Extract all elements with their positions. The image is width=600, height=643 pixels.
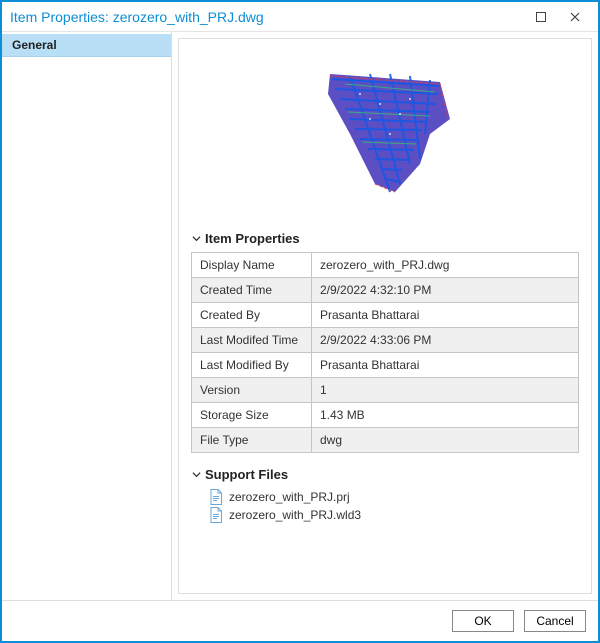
file-icon: [209, 507, 223, 523]
list-item[interactable]: zerozero_with_PRJ.wld3: [209, 506, 579, 524]
section-header-label: Support Files: [205, 467, 288, 482]
tab-general[interactable]: General: [2, 34, 171, 57]
property-value: dwg: [312, 428, 579, 453]
support-file-list: zerozero_with_PRJ.prj zerozero_with_PRJ.w…: [209, 488, 579, 524]
table-row: Last Modifed Time2/9/2022 4:33:06 PM: [192, 328, 579, 353]
property-key: Created Time: [192, 278, 312, 303]
table-row: Display Namezerozero_with_PRJ.dwg: [192, 253, 579, 278]
property-key: Version: [192, 378, 312, 403]
preview-map-icon: [290, 64, 480, 204]
main-panel: Item Properties Display Namezerozero_wit…: [178, 38, 592, 594]
sidebar: General: [2, 32, 172, 600]
content-area: General: [2, 32, 598, 601]
property-key: Display Name: [192, 253, 312, 278]
file-icon: [209, 489, 223, 505]
titlebar: Item Properties: zerozero_with_PRJ.dwg: [2, 2, 598, 32]
file-name: zerozero_with_PRJ.wld3: [229, 508, 361, 522]
section-header-item-properties[interactable]: Item Properties: [191, 231, 579, 246]
property-value: 2/9/2022 4:33:06 PM: [312, 328, 579, 353]
property-value: 2/9/2022 4:32:10 PM: [312, 278, 579, 303]
property-value: Prasanta Bhattarai: [312, 303, 579, 328]
properties-table: Display Namezerozero_with_PRJ.dwgCreated…: [191, 252, 579, 453]
property-key: Created By: [192, 303, 312, 328]
cancel-button[interactable]: Cancel: [524, 610, 586, 632]
chevron-down-icon: [191, 470, 201, 480]
close-button[interactable]: [558, 3, 592, 31]
list-item[interactable]: zerozero_with_PRJ.prj: [209, 488, 579, 506]
property-key: Last Modified By: [192, 353, 312, 378]
property-key: Last Modifed Time: [192, 328, 312, 353]
property-value: 1: [312, 378, 579, 403]
maximize-icon: [536, 12, 546, 22]
window-title: Item Properties: zerozero_with_PRJ.dwg: [10, 9, 524, 25]
file-name: zerozero_with_PRJ.prj: [229, 490, 350, 504]
table-row: Storage Size1.43 MB: [192, 403, 579, 428]
dialog-footer: OK Cancel: [2, 601, 598, 641]
table-row: Last Modified ByPrasanta Bhattarai: [192, 353, 579, 378]
close-icon: [570, 12, 580, 22]
table-row: Version1: [192, 378, 579, 403]
section-header-support-files[interactable]: Support Files: [191, 467, 579, 482]
maximize-button[interactable]: [524, 3, 558, 31]
property-value: Prasanta Bhattarai: [312, 353, 579, 378]
section-header-label: Item Properties: [205, 231, 300, 246]
property-value: 1.43 MB: [312, 403, 579, 428]
property-key: File Type: [192, 428, 312, 453]
chevron-down-icon: [191, 234, 201, 244]
ok-button[interactable]: OK: [452, 610, 514, 632]
table-row: Created ByPrasanta Bhattarai: [192, 303, 579, 328]
item-preview: [191, 49, 579, 219]
table-row: Created Time2/9/2022 4:32:10 PM: [192, 278, 579, 303]
property-value: zerozero_with_PRJ.dwg: [312, 253, 579, 278]
table-row: File Typedwg: [192, 428, 579, 453]
property-key: Storage Size: [192, 403, 312, 428]
